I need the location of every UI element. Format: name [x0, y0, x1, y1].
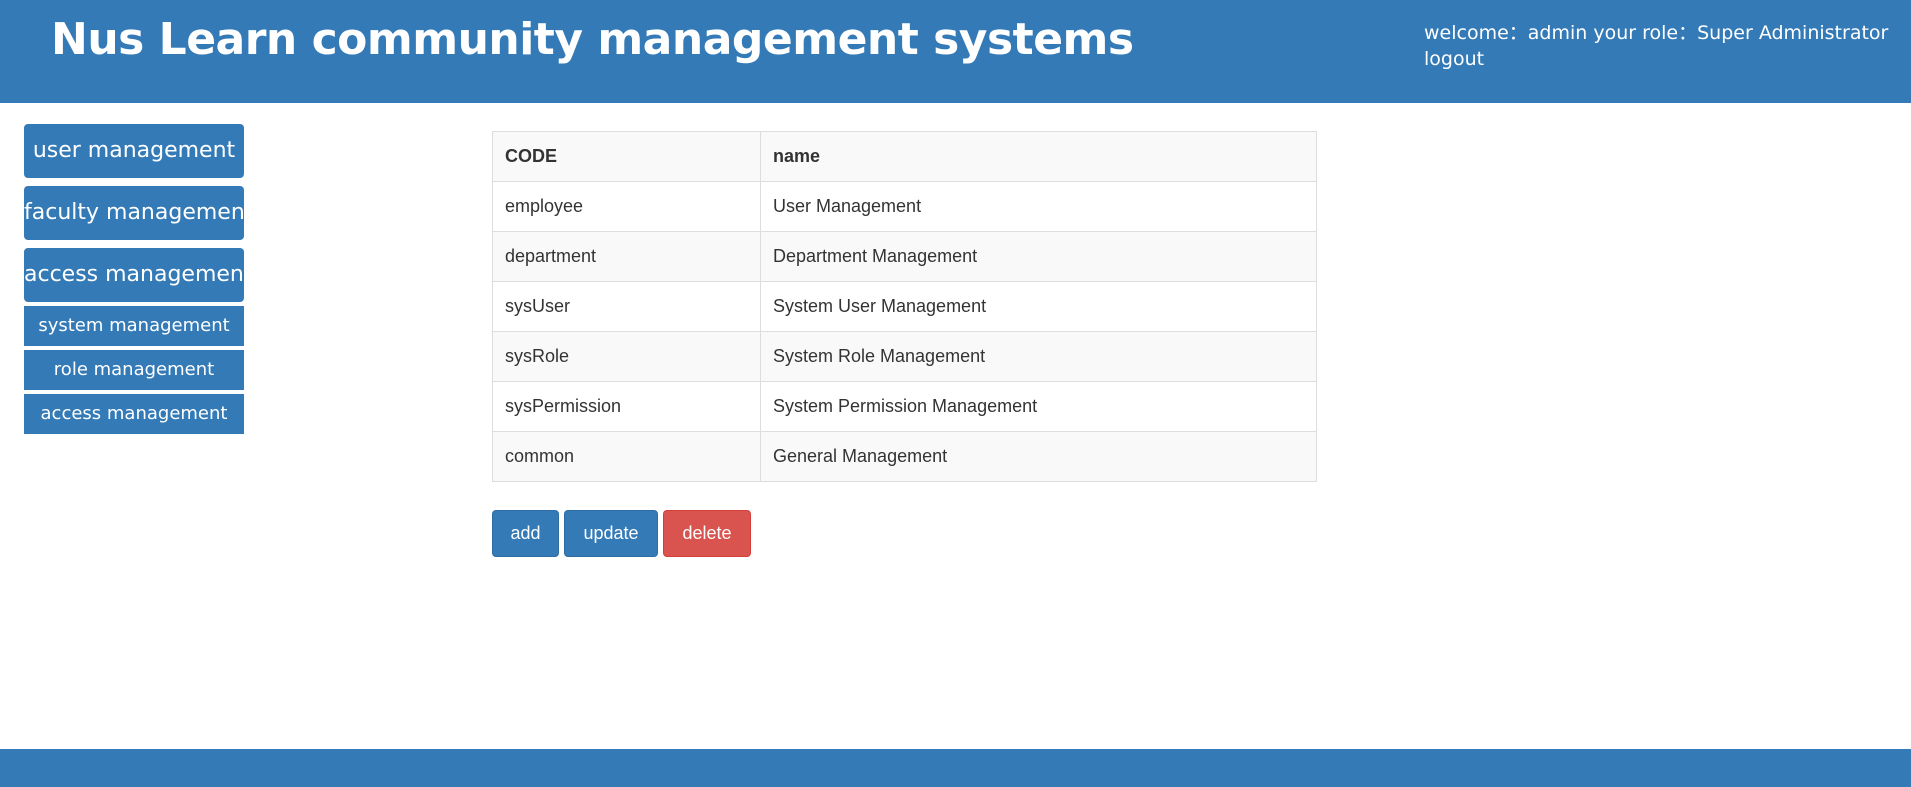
footer-bar [0, 749, 1911, 787]
permission-table: CODE name employee User Management depar… [492, 131, 1317, 482]
add-button[interactable]: add [492, 510, 559, 557]
welcome-label: welcome： [1424, 22, 1528, 44]
cell-name: General Management [760, 431, 1317, 482]
role-label: your role： [1593, 22, 1698, 44]
table-row[interactable]: department Department Management [492, 231, 1317, 282]
sidebar-item-faculty-management[interactable]: faculty management [24, 186, 244, 240]
main-content: CODE name employee User Management depar… [492, 131, 1317, 557]
sidebar: user management faculty management acces… [24, 124, 244, 438]
action-bar: add update delete [492, 510, 1317, 557]
table-row[interactable]: sysRole System Role Management [492, 331, 1317, 382]
cell-name: Department Management [760, 231, 1317, 282]
sidebar-subitem-system-management[interactable]: system management [24, 306, 244, 346]
cell-name: System Permission Management [760, 381, 1317, 432]
sidebar-item-user-management[interactable]: user management [24, 124, 244, 178]
sidebar-subitem-access-management[interactable]: access management [24, 394, 244, 434]
delete-button[interactable]: delete [663, 510, 751, 557]
table-row[interactable]: sysUser System User Management [492, 281, 1317, 332]
cell-name: System Role Management [760, 331, 1317, 382]
user-info: welcome：admin your role：Super Administra… [1424, 20, 1888, 72]
sidebar-item-access-management[interactable]: access management [24, 248, 244, 302]
cell-code: department [492, 231, 761, 282]
cell-name: User Management [760, 181, 1317, 232]
column-header-name: name [760, 131, 1317, 182]
cell-code: sysRole [492, 331, 761, 382]
logout-link[interactable]: logout [1424, 48, 1484, 70]
username: admin [1527, 22, 1588, 44]
top-header: Nus Learn community management systems w… [0, 0, 1911, 103]
cell-code: sysUser [492, 281, 761, 332]
table-row[interactable]: sysPermission System Permission Manageme… [492, 381, 1317, 432]
cell-code: employee [492, 181, 761, 232]
update-button[interactable]: update [564, 510, 658, 557]
table-row[interactable]: employee User Management [492, 181, 1317, 232]
sidebar-subitem-role-management[interactable]: role management [24, 350, 244, 390]
cell-code: sysPermission [492, 381, 761, 432]
app-title: Nus Learn community management systems [51, 14, 1134, 65]
cell-name: System User Management [760, 281, 1317, 332]
user-info-line: welcome：admin your role：Super Administra… [1424, 20, 1888, 46]
column-header-code: CODE [492, 131, 761, 182]
role-value: Super Administrator [1697, 22, 1889, 44]
table-header-row: CODE name [492, 131, 1317, 182]
cell-code: common [492, 431, 761, 482]
table-row[interactable]: common General Management [492, 431, 1317, 482]
